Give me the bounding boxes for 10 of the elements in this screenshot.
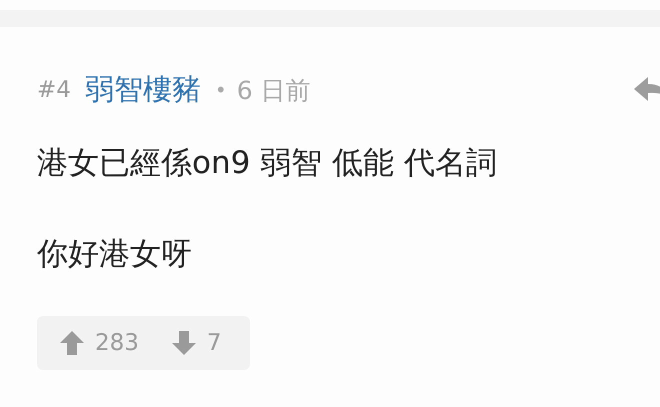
- separator-dot: •: [214, 78, 227, 102]
- down-arrow-icon: [170, 330, 197, 356]
- post-number: #4: [37, 77, 71, 103]
- comment-text: 你好港女呀: [37, 235, 193, 274]
- downvote-button[interactable]: 7: [170, 330, 222, 356]
- upvote-button[interactable]: 283: [59, 330, 139, 356]
- post-time: 6 日前: [236, 74, 311, 106]
- comment-text: 港女已經係on9 弱智 低能 代名詞: [37, 144, 498, 183]
- up-arrow-icon: [59, 330, 85, 356]
- author-name[interactable]: 弱智樓豬: [84, 70, 201, 110]
